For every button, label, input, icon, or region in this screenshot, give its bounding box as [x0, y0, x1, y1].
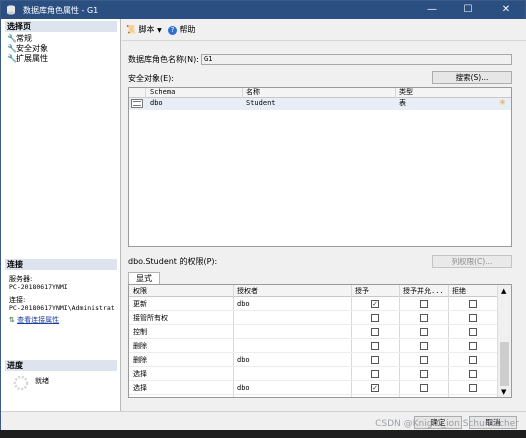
table-row[interactable]: 更新 dbo ✓: [129, 297, 497, 311]
chevron-down-icon: ▼: [157, 27, 162, 34]
cell-grantor: dbo: [237, 384, 250, 392]
securables-header: Schema 名称 类型: [129, 88, 511, 98]
page-item-securables[interactable]: 🔧安全对象: [7, 44, 48, 54]
help-button[interactable]: ? 帮助: [168, 24, 196, 35]
scrollbar-thumb[interactable]: [500, 342, 509, 386]
table-row[interactable]: 选择 dbo ✓: [129, 381, 497, 395]
wrench-icon: 🔧: [7, 54, 17, 63]
table-row[interactable]: 选择: [129, 367, 497, 381]
connection-icon: ⇅: [9, 316, 15, 324]
deny-checkbox[interactable]: [469, 328, 477, 336]
table-row[interactable]: 接管所有权: [129, 311, 497, 325]
page-item-extended-properties[interactable]: 🔧扩展属性: [7, 54, 48, 64]
connection-value: PC-20180617YNMI\Administrat: [9, 304, 115, 312]
column-header-permission[interactable]: 权限: [133, 287, 147, 296]
deny-checkbox[interactable]: [469, 384, 477, 392]
table-row[interactable]: 控制: [129, 325, 497, 339]
cell-permission: 选择: [133, 370, 147, 378]
progress-status: 就绪: [35, 377, 49, 385]
grant-checkbox[interactable]: ✓: [371, 384, 379, 392]
column-permissions-button[interactable]: 列权限(C)...: [432, 255, 512, 268]
maximize-button[interactable]: ☐: [451, 1, 485, 19]
permissions-label: dbo.Student 的权限(P):: [128, 257, 218, 266]
cell-permission: 控制: [133, 328, 147, 336]
table-row[interactable]: 删除 dbo: [129, 353, 497, 367]
deny-checkbox[interactable]: [469, 342, 477, 350]
permissions-scrollbar[interactable]: ▲ ▼: [497, 285, 511, 397]
deny-checkbox[interactable]: [469, 314, 477, 322]
minimize-button[interactable]: —: [415, 1, 449, 19]
grant-checkbox[interactable]: ✓: [371, 300, 379, 308]
with-grant-checkbox[interactable]: [420, 300, 428, 308]
watermark: CSDN @Knight_ion Schumacher: [375, 419, 519, 429]
table-row[interactable]: 删除: [129, 339, 497, 353]
page-item-general[interactable]: 🔧常规: [7, 34, 32, 44]
with-grant-checkbox[interactable]: [420, 384, 428, 392]
grant-checkbox[interactable]: [371, 342, 379, 350]
column-header-schema[interactable]: Schema: [150, 88, 175, 97]
view-connection-properties-link[interactable]: ⇅ 查看连接属性: [9, 316, 59, 325]
help-icon: ?: [168, 26, 177, 35]
search-button[interactable]: 搜索(S)...: [432, 71, 512, 84]
progress-header: 进度: [5, 360, 117, 371]
cell-permission: 选择: [133, 384, 147, 392]
database-icon: [7, 5, 15, 15]
wrench-icon: 🔧: [7, 34, 17, 43]
scroll-down-icon[interactable]: ▼: [501, 388, 506, 396]
grant-checkbox[interactable]: [371, 370, 379, 378]
grant-checkbox[interactable]: [371, 328, 379, 336]
permissions-header: 权限 授权者 授予 授予并允... 拒绝: [129, 285, 499, 297]
with-grant-checkbox[interactable]: [420, 342, 428, 350]
scroll-up-icon[interactable]: ▲: [501, 287, 506, 295]
sparkle-icon: ✳: [499, 98, 506, 107]
table-row[interactable]: dbo Student 表 ✳: [129, 98, 511, 110]
cell-name: Student: [246, 99, 276, 107]
dialog-window: 数据库角色属性 - G1 — ☐ ✕ 选择页 🔧常规 🔧安全对象 🔧扩展属性 连…: [0, 0, 526, 431]
close-button[interactable]: ✕: [489, 1, 523, 19]
with-grant-checkbox[interactable]: [420, 356, 428, 364]
cell-schema: dbo: [150, 99, 163, 107]
left-pane: 选择页 🔧常规 🔧安全对象 🔧扩展属性 连接 服务器: PC-20180617Y…: [1, 19, 121, 411]
role-name-field[interactable]: G1: [201, 54, 512, 65]
right-pane: 📜 脚本 ▼ ? 帮助 数据库角色名称(N): G1 安全对象(E): 搜索(S…: [122, 19, 526, 411]
column-header-grantor[interactable]: 授权者: [237, 287, 258, 296]
column-header-deny[interactable]: 拒绝: [452, 287, 466, 296]
with-grant-checkbox[interactable]: [420, 328, 428, 336]
select-page-header: 选择页: [5, 21, 117, 32]
spinner-icon: [13, 375, 29, 391]
cell-permission: 更新: [133, 300, 147, 308]
script-icon: 📜: [126, 25, 136, 34]
cell-permission: 删除: [133, 342, 147, 350]
toolbar: 📜 脚本 ▼ ? 帮助: [122, 19, 526, 41]
table-icon: [131, 99, 143, 108]
column-header-with-grant[interactable]: 授予并允...: [403, 287, 444, 296]
title-bar[interactable]: 数据库角色属性 - G1 — ☐ ✕: [1, 1, 525, 19]
deny-checkbox[interactable]: [469, 370, 477, 378]
server-value: PC-20180617YNMI: [9, 283, 68, 291]
column-header-name[interactable]: 名称: [246, 88, 260, 97]
tab-explicit[interactable]: 显式: [128, 272, 160, 284]
column-header-type[interactable]: 类型: [399, 88, 413, 97]
permissions-grid[interactable]: 权限 授权者 授予 授予并允... 拒绝 更新 dbo ✓ 接管所有权 控制 删除 删除 db…: [128, 284, 512, 398]
deny-checkbox[interactable]: [469, 356, 477, 364]
securables-grid[interactable]: Schema 名称 类型 dbo Student 表 ✳: [128, 87, 512, 247]
taskbar: [0, 430, 526, 438]
role-name-label: 数据库角色名称(N):: [128, 55, 199, 64]
with-grant-checkbox[interactable]: [420, 370, 428, 378]
wrench-icon: 🔧: [7, 44, 17, 53]
cell-permission: 接管所有权: [133, 314, 168, 322]
column-header-grant[interactable]: 授予: [355, 287, 369, 296]
window-title: 数据库角色属性 - G1: [23, 6, 99, 15]
cell-grantor: dbo: [237, 300, 250, 308]
connection-header: 连接: [5, 259, 117, 270]
cell-grantor: dbo: [237, 356, 250, 364]
deny-checkbox[interactable]: [469, 300, 477, 308]
grant-checkbox[interactable]: [371, 356, 379, 364]
grant-checkbox[interactable]: [371, 314, 379, 322]
cell-type: 表: [399, 99, 406, 107]
cell-permission: 删除: [133, 356, 147, 364]
securables-label: 安全对象(E):: [128, 74, 174, 83]
script-button[interactable]: 📜 脚本 ▼: [126, 24, 162, 36]
with-grant-checkbox[interactable]: [420, 314, 428, 322]
